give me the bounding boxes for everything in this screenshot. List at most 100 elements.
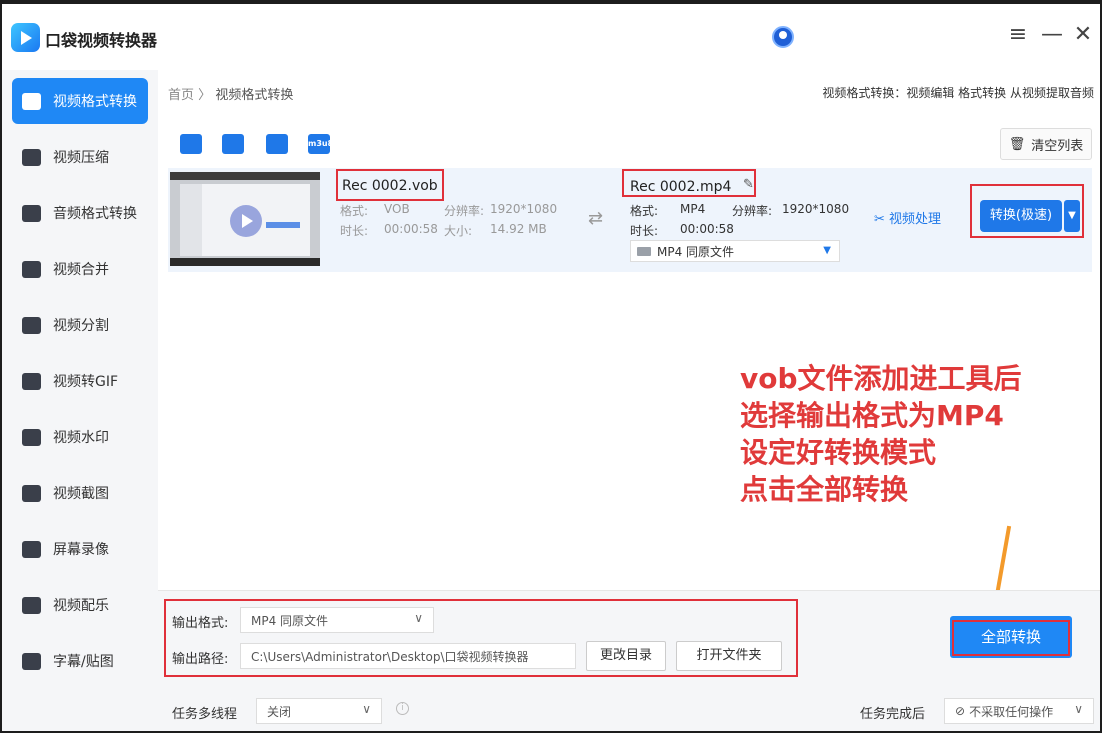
sidebar: 视频格式转换 视频压缩 音频格式转换 视频合并 视频分割 视频转GIF 视频水印… <box>2 70 158 731</box>
minimize-icon[interactable]: — <box>1039 22 1065 48</box>
app-title: 口袋视频转换器 <box>45 31 158 50</box>
sidebar-item-screenshot[interactable]: 视频截图 <box>12 470 148 516</box>
user-avatar-icon[interactable] <box>772 26 794 48</box>
multithread-label: 任务多线程 <box>172 707 238 722</box>
sidebar-item-split[interactable]: 视频分割 <box>12 302 148 348</box>
sidebar-item-label: 视频水印 <box>53 430 109 446</box>
annotation-line: 选择输出格式为MP4 <box>740 399 1004 432</box>
audio-convert-icon <box>22 204 41 222</box>
format-convert-icon <box>22 92 41 110</box>
close-icon[interactable]: ✕ <box>1070 22 1096 48</box>
add-file-icon[interactable] <box>180 134 202 154</box>
sidebar-item-compress[interactable]: 视频压缩 <box>12 134 148 180</box>
trash-icon: 🗑 <box>1008 136 1026 152</box>
sidebar-item-subtitle[interactable]: 字幕/贴图 <box>12 638 148 684</box>
source-size: 14.92 MB <box>490 222 547 236</box>
screenshot-icon <box>22 484 41 502</box>
multithread-select[interactable]: 关闭 ∨ <box>256 698 382 724</box>
annotation-text: vob文件添加进工具后 选择输出格式为MP4 设定好转换模式 点击全部转换 <box>740 360 1022 508</box>
source-format-label: 格式: <box>340 204 369 218</box>
sidebar-item-merge[interactable]: 视频合并 <box>12 246 148 292</box>
screen-record-icon <box>22 540 41 558</box>
target-preset-value: MP4 同原文件 <box>657 244 735 259</box>
sidebar-item-format-convert[interactable]: 视频格式转换 <box>12 78 148 124</box>
sidebar-item-soundtrack[interactable]: 视频配乐 <box>12 582 148 628</box>
breadcrumb: 首页 〉 视频格式转换 <box>168 84 293 103</box>
target-duration: 00:00:58 <box>680 222 734 236</box>
video-process-button[interactable]: ✂ 视频处理 <box>874 208 941 227</box>
scissors-icon: ✂ <box>874 212 885 227</box>
breadcrumb-home[interactable]: 首页 <box>168 88 194 103</box>
sidebar-item-label: 视频配乐 <box>53 598 109 614</box>
source-resolution: 1920*1080 <box>490 202 558 216</box>
sidebar-item-watermark[interactable]: 视频水印 <box>12 414 148 460</box>
file-row: Rec 0002.vob 格式: VOB 分辨率: 1920*1080 时长: … <box>168 168 1092 272</box>
compress-icon <box>22 148 41 166</box>
annotation-line: 点击全部转换 <box>740 473 909 506</box>
source-resolution-label: 分辨率: <box>444 204 485 218</box>
video-process-label: 视频处理 <box>889 212 942 227</box>
m3u8-icon[interactable]: m3u8 <box>308 134 333 154</box>
sidebar-item-label: 屏幕录像 <box>53 542 109 558</box>
multithread-value: 关闭 <box>267 704 292 719</box>
subtitle-icon <box>22 652 41 670</box>
highlight-convert-all <box>952 620 1070 656</box>
sidebar-item-audio-convert[interactable]: 音频格式转换 <box>12 190 148 236</box>
annotation-arrow <box>995 525 1012 596</box>
add-folder-icon[interactable] <box>222 134 244 154</box>
app-logo-icon <box>11 23 40 52</box>
breadcrumb-separator: 〉 <box>198 88 212 103</box>
after-task-label: 任务完成后 <box>860 707 926 722</box>
breadcrumb-current: 视频格式转换 <box>215 88 294 103</box>
chevron-down-icon: ∨ <box>362 702 371 716</box>
after-task-value: 不采取任何操作 <box>969 704 1054 719</box>
batch-icon[interactable] <box>266 134 288 154</box>
header-links[interactable]: 视频格式转换：视频编辑 格式转换 从视频提取音频 <box>822 84 1094 101</box>
source-duration-label: 时长: <box>340 224 369 238</box>
sidebar-item-label: 视频截图 <box>53 486 109 502</box>
highlight-convert-button <box>970 184 1084 238</box>
title-bar: 口袋视频转换器 ≡ — ✕ <box>2 4 1100 70</box>
menu-icon[interactable]: ≡ <box>1005 22 1031 48</box>
dropdown-caret-icon: ▼ <box>823 245 831 256</box>
prohibit-icon: ⊘ <box>955 704 966 718</box>
sidebar-item-screen-record[interactable]: 屏幕录像 <box>12 526 148 572</box>
video-icon <box>637 246 651 256</box>
chevron-down-icon: ∨ <box>1074 702 1083 716</box>
sidebar-item-label: 音频格式转换 <box>53 206 137 222</box>
clear-list-button[interactable]: 🗑 清空列表 <box>1000 128 1092 160</box>
convert-arrow-icon: ⇄ <box>588 208 604 229</box>
sidebar-item-label: 视频分割 <box>53 318 109 334</box>
sidebar-item-label: 字幕/贴图 <box>53 654 114 670</box>
highlight-source-filename <box>336 169 444 201</box>
bottom-panel: 输出格式: MP4 同原文件 ∨ 输出路径: C:\Users\Administ… <box>158 590 1100 731</box>
sidebar-item-gif[interactable]: 视频转GIF <box>12 358 148 404</box>
app-window: 口袋视频转换器 ≡ — ✕ 视频格式转换 视频压缩 音频格式转换 视频合并 视频… <box>2 4 1100 731</box>
gif-icon <box>22 372 41 390</box>
split-icon <box>22 316 41 334</box>
sidebar-item-label: 视频合并 <box>53 262 109 278</box>
watermark-icon <box>22 428 41 446</box>
target-duration-label: 时长: <box>630 224 659 238</box>
annotation-line: vob文件添加进工具后 <box>740 362 1022 395</box>
main-panel: 首页 〉 视频格式转换 视频格式转换：视频编辑 格式转换 从视频提取音频 m3u… <box>158 70 1100 731</box>
sidebar-item-label: 视频格式转换 <box>53 94 137 110</box>
sidebar-item-label: 视频压缩 <box>53 150 109 166</box>
source-format: VOB <box>384 202 410 216</box>
after-task-select[interactable]: ⊘ 不采取任何操作 ∨ <box>944 698 1094 724</box>
soundtrack-icon <box>22 596 41 614</box>
video-thumbnail[interactable] <box>170 172 320 266</box>
target-resolution: 1920*1080 <box>782 202 850 216</box>
target-format: MP4 <box>680 202 706 216</box>
info-icon[interactable]: i <box>396 702 409 715</box>
target-format-label: 格式: <box>630 204 659 218</box>
sidebar-item-label: 视频转GIF <box>53 374 119 390</box>
play-icon[interactable] <box>230 205 262 237</box>
clear-list-label: 清空列表 <box>1031 138 1084 154</box>
annotation-line: 设定好转换模式 <box>740 436 937 469</box>
highlight-output-settings <box>164 599 798 677</box>
source-size-label: 大小: <box>444 224 473 238</box>
merge-icon <box>22 260 41 278</box>
highlight-target-filename <box>622 169 756 197</box>
target-preset-select[interactable]: MP4 同原文件 ▼ <box>630 240 840 262</box>
